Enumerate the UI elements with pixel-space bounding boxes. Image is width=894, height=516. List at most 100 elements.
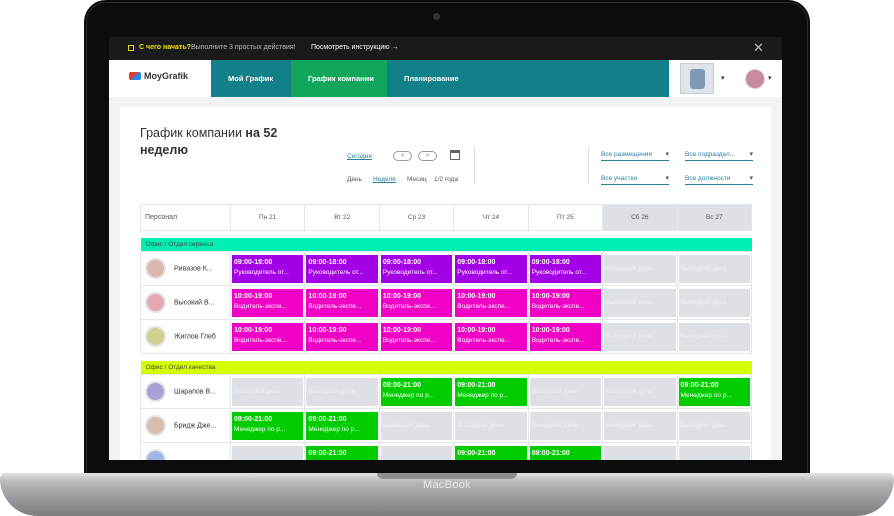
staff-cell[interactable]: Высокий В...: [140, 285, 231, 320]
chevron-down-icon[interactable]: ▾: [768, 74, 772, 82]
guide-link[interactable]: Посмотреть инструкцию →: [311, 44, 399, 51]
shift-cell[interactable]: Выходной день: [602, 408, 678, 443]
shift-cell[interactable]: Выходной день: [527, 408, 604, 443]
user-avatar[interactable]: [745, 69, 765, 89]
day-off[interactable]: Выходной день: [529, 411, 602, 440]
shift-cell[interactable]: 10:00-19:00 Водитель-экспе...: [378, 285, 455, 320]
day-off[interactable]: Выходной день: [529, 377, 602, 406]
shift-block[interactable]: 09:00-18:00 Руководитель от...: [455, 254, 527, 283]
day-off[interactable]: Выходной день: [678, 322, 750, 351]
day-off[interactable]: Выходной день: [380, 411, 453, 440]
shift-cell[interactable]: [378, 442, 455, 460]
filter-sites[interactable]: Все участки: [601, 174, 669, 185]
shift-block[interactable]: 09:00-18:00 Руководитель от...: [306, 254, 378, 283]
shift-block[interactable]: 09:00-21:00 Менеджер по р...: [232, 411, 304, 440]
day-off[interactable]: [678, 445, 750, 460]
shift-block[interactable]: 09:00-18:00 Руководитель от...: [232, 254, 304, 283]
shift-cell[interactable]: 09:00-18:00 Руководитель от...: [229, 251, 306, 286]
prev-week-button[interactable]: <: [393, 151, 412, 161]
shift-block[interactable]: 09:00-21:00 Менеджер по р...: [306, 411, 378, 440]
shift-block[interactable]: 10:00-19:00 Водитель-экспе...: [455, 322, 527, 351]
shift-cell[interactable]: 10:00-19:00 Водитель-экспе...: [378, 319, 455, 354]
close-icon[interactable]: ✕: [753, 40, 764, 56]
shift-cell[interactable]: Выходной день: [229, 374, 306, 409]
shift-block[interactable]: 09:00-21:00: [455, 445, 527, 460]
view-month[interactable]: Месяц: [407, 176, 427, 183]
staff-cell[interactable]: Ривазов К...: [140, 251, 231, 286]
staff-cell[interactable]: Бридж Дже...: [140, 408, 231, 443]
staff-cell[interactable]: Шарапов В...: [140, 374, 231, 409]
shift-cell[interactable]: [676, 442, 753, 460]
shift-cell[interactable]: Выходной день: [602, 319, 678, 354]
onboarding-question[interactable]: С чего начать?: [139, 44, 191, 51]
day-off[interactable]: Выходной день: [678, 411, 750, 440]
shift-block[interactable]: 09:00-21:00 Менеджер по р...: [678, 377, 750, 406]
shift-block[interactable]: 10:00-19:00 Водитель-экспе...: [306, 322, 378, 351]
shift-block[interactable]: 10:00-19:00 Водитель-экспе...: [455, 288, 527, 317]
day-off[interactable]: Выходной день: [678, 288, 750, 317]
shift-cell[interactable]: 09:00-21:00 Менеджер по р...: [676, 374, 753, 409]
shift-block[interactable]: 09:00-18:00 Руководитель от...: [380, 254, 453, 283]
day-off[interactable]: Выходной день: [604, 377, 676, 406]
shift-cell[interactable]: Выходной день: [602, 374, 678, 409]
shift-block[interactable]: 09:00-18:00 Руководитель от...: [529, 254, 602, 283]
view-day[interactable]: День: [347, 176, 362, 183]
shift-cell[interactable]: [602, 442, 678, 460]
company-avatar[interactable]: [680, 63, 714, 94]
calendar-icon[interactable]: [450, 150, 460, 160]
shift-block[interactable]: 10:00-19:00 Водитель-экспе...: [232, 288, 304, 317]
shift-block[interactable]: 09:00-21:00 Менеджер по р...: [455, 377, 527, 406]
chevron-down-icon[interactable]: ▾: [721, 74, 725, 82]
tab-my-schedule[interactable]: Мой График: [211, 60, 291, 97]
shift-cell[interactable]: 10:00-19:00 Водитель-экспе...: [304, 319, 380, 354]
day-off[interactable]: Выходной день: [604, 411, 676, 440]
filter-placements[interactable]: Все размещения: [601, 150, 669, 161]
shift-cell[interactable]: Выходной день: [676, 408, 753, 443]
staff-cell[interactable]: [140, 442, 231, 460]
day-off[interactable]: [604, 445, 676, 460]
shift-cell[interactable]: 10:00-19:00 Водитель-экспе...: [527, 285, 604, 320]
shift-cell[interactable]: [229, 442, 306, 460]
shift-cell[interactable]: Выходной день: [527, 374, 604, 409]
shift-block[interactable]: 09:00-21:00: [306, 445, 378, 460]
shift-cell[interactable]: 10:00-19:00 Водитель-экспе...: [453, 285, 529, 320]
shift-cell[interactable]: Выходной день: [676, 285, 753, 320]
shift-cell[interactable]: 09:00-21:00: [453, 442, 529, 460]
shift-cell[interactable]: 09:00-18:00 Руководитель от...: [304, 251, 380, 286]
shift-block[interactable]: 10:00-19:00 Водитель-экспе...: [529, 288, 602, 317]
filter-departments[interactable]: Все подраздел...: [685, 150, 753, 161]
day-off[interactable]: Выходной день: [232, 377, 304, 406]
shift-cell[interactable]: 09:00-21:00: [304, 442, 380, 460]
shift-cell[interactable]: Выходной день: [378, 408, 455, 443]
day-off[interactable]: Выходной день: [306, 377, 378, 406]
shift-cell[interactable]: 10:00-19:00 Водитель-экспе...: [229, 285, 306, 320]
shift-block[interactable]: 09:00-21:00: [529, 445, 602, 460]
view-half-year[interactable]: 1/2 года: [434, 176, 458, 183]
shift-block[interactable]: 09:00-21:00 Менеджер по р...: [380, 377, 453, 406]
shift-cell[interactable]: Выходной день: [453, 408, 529, 443]
shift-cell[interactable]: Выходной день: [602, 251, 678, 286]
day-off[interactable]: [232, 445, 304, 460]
shift-cell[interactable]: 09:00-18:00 Руководитель от...: [378, 251, 455, 286]
view-week[interactable]: Неделя: [373, 176, 396, 183]
shift-cell[interactable]: 10:00-19:00 Водитель-экспе...: [453, 319, 529, 354]
filter-positions[interactable]: Все должности: [685, 174, 753, 185]
tab-planning[interactable]: Планирование: [387, 60, 669, 97]
shift-cell[interactable]: Выходной день: [676, 251, 753, 286]
day-off[interactable]: Выходной день: [455, 411, 527, 440]
day-off[interactable]: Выходной день: [604, 254, 676, 283]
shift-cell[interactable]: 09:00-18:00 Руководитель от...: [453, 251, 529, 286]
staff-cell[interactable]: Жиглов Глеб: [140, 319, 231, 354]
shift-block[interactable]: 10:00-19:00 Водитель-экспе...: [232, 322, 304, 351]
shift-cell[interactable]: Выходной день: [676, 319, 753, 354]
shift-cell[interactable]: Выходной день: [602, 285, 678, 320]
shift-block[interactable]: 10:00-19:00 Водитель-экспе...: [380, 322, 453, 351]
shift-cell[interactable]: 09:00-21:00: [527, 442, 604, 460]
shift-block[interactable]: 10:00-19:00 Водитель-экспе...: [529, 322, 602, 351]
shift-cell[interactable]: 10:00-19:00 Водитель-экспе...: [527, 319, 604, 354]
day-off[interactable]: Выходной день: [604, 322, 676, 351]
shift-block[interactable]: 10:00-19:00 Водитель-экспе...: [380, 288, 453, 317]
shift-cell[interactable]: Выходной день: [304, 374, 380, 409]
next-week-button[interactable]: >: [418, 151, 437, 161]
shift-cell[interactable]: 10:00-19:00 Водитель-экспе...: [229, 319, 306, 354]
